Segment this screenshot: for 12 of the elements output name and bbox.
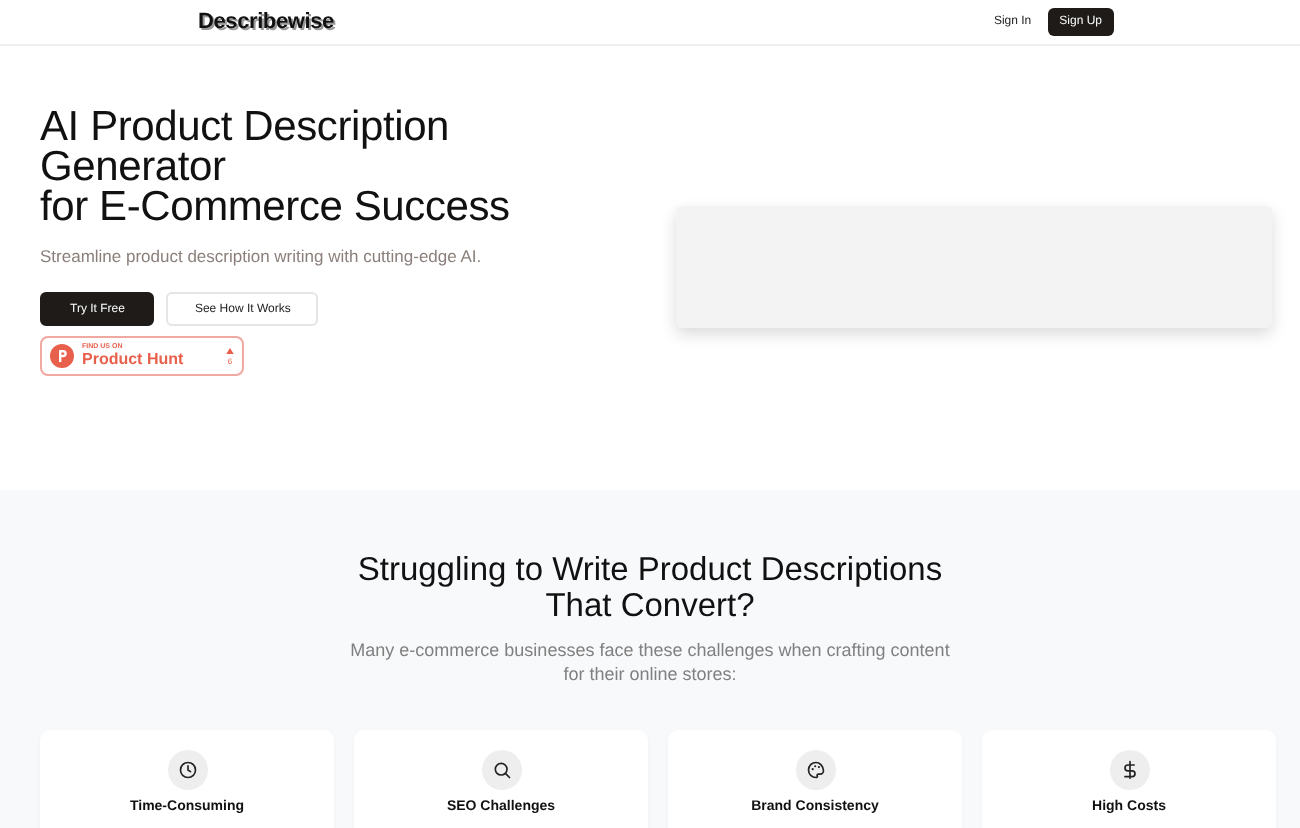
clock-icon	[177, 760, 197, 780]
palette-icon	[805, 760, 825, 780]
badge-name: Product Hunt	[82, 351, 184, 368]
dollar-icon	[1119, 760, 1139, 780]
section-title: Struggling to Write Product Descriptions That Convert?	[355, 552, 945, 624]
hero-title: AI Product Description Generator for E-Commerce Success	[40, 108, 512, 228]
upvote-icon	[226, 347, 234, 353]
search-icon	[491, 760, 511, 780]
product-hunt-logo-icon	[50, 344, 74, 368]
hero-subtitle: Streamline product description writing with cutting-edge AI.	[40, 246, 484, 266]
section-subtitle: Many e-commerce businesses face these challenges when crafting content for their online stores:	[348, 638, 952, 686]
logo[interactable]: Describewise	[198, 10, 334, 34]
